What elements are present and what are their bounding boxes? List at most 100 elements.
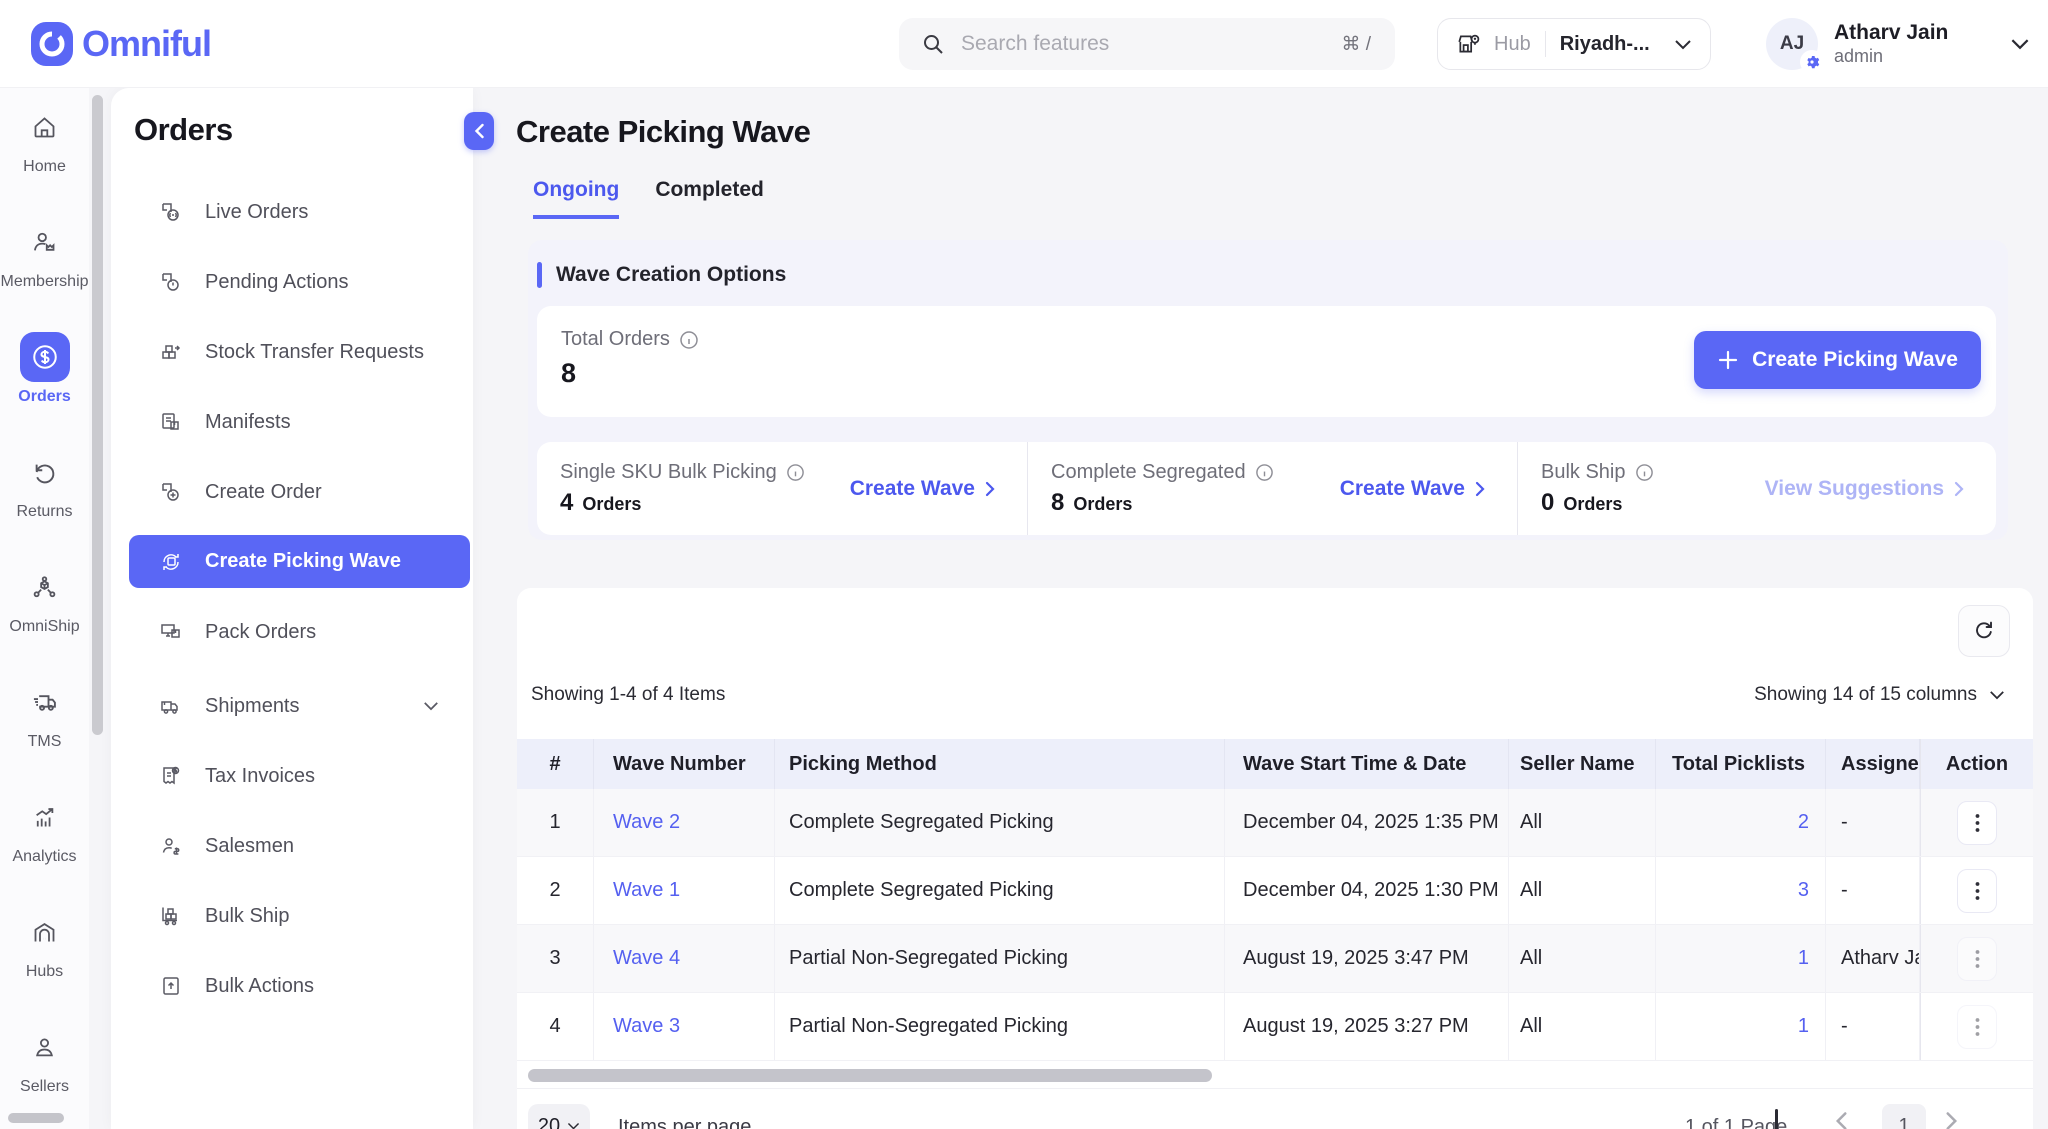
sidebar-item-create-order[interactable]: Create Order xyxy=(111,457,473,527)
col-header-picking-method[interactable]: Picking Method xyxy=(775,739,1225,789)
search-input[interactable] xyxy=(961,32,1341,56)
search-icon xyxy=(921,32,945,56)
col-header-total-picklists[interactable]: Total Picklists xyxy=(1656,739,1826,789)
omniship-icon xyxy=(20,562,70,612)
col-header-assignee[interactable]: Assignee xyxy=(1826,739,1920,789)
user-menu[interactable]: AJ Atharv Jain admin xyxy=(1766,17,2030,71)
chevron-right-icon xyxy=(1954,481,1964,497)
rail-item-omniship[interactable]: OmniShip xyxy=(0,562,89,677)
plus-icon xyxy=(1717,349,1739,371)
rail-item-tms[interactable]: TMS xyxy=(0,677,89,792)
table-row: 3 Wave 4 Partial Non-Segregated Picking … xyxy=(517,925,2033,993)
option-single-sku-bulk-picking: Single SKU Bulk Picking 4 Orders Create … xyxy=(537,442,1028,535)
pagination-bar: 20 Items per page 1 of 1 Page 1 xyxy=(517,1088,2033,1129)
avatar: AJ xyxy=(1766,18,1818,70)
col-header-wave-number[interactable]: Wave Number xyxy=(594,739,775,789)
view-suggestions-link[interactable]: View Suggestions xyxy=(1765,477,1964,501)
info-icon[interactable] xyxy=(1255,463,1274,482)
sidebar-item-stock-transfer-requests[interactable]: Stock Transfer Requests xyxy=(111,317,473,387)
rail-item-analytics[interactable]: Analytics xyxy=(0,792,89,907)
tab-ongoing[interactable]: Ongoing xyxy=(533,178,619,219)
chevron-left-icon xyxy=(474,123,485,139)
create-wave-link[interactable]: Create Wave xyxy=(1340,477,1485,501)
items-count-text: Showing 1-4 of 4 Items xyxy=(531,684,725,706)
col-header-action: Action xyxy=(1920,739,2033,789)
global-search[interactable]: ⌘ / xyxy=(899,18,1395,70)
option-complete-segregated: Complete Segregated 8 Orders Create Wave xyxy=(1028,442,1518,535)
hub-selector[interactable]: Hub Riyadh-... xyxy=(1437,18,1711,70)
info-icon[interactable] xyxy=(679,330,699,350)
brand-logo[interactable]: Omniful xyxy=(30,20,211,68)
sidebar-item-pack-orders[interactable]: Pack Orders xyxy=(111,597,473,667)
sidebar-item-bulk-actions[interactable]: Bulk Actions xyxy=(111,951,473,1021)
table-horizontal-scrollbar[interactable] xyxy=(528,1069,1212,1082)
picklists-link[interactable]: 3 xyxy=(1798,879,1809,902)
wave-link[interactable]: Wave 3 xyxy=(613,1015,680,1038)
rail-item-orders[interactable]: Orders xyxy=(0,332,89,447)
row-actions-kebab-icon[interactable] xyxy=(1957,937,1997,981)
picking-wave-icon xyxy=(159,550,183,574)
sidebar-vertical-scrollbar[interactable] xyxy=(92,95,103,735)
sidebar-item-pending-actions[interactable]: Pending Actions xyxy=(111,247,473,317)
current-page-input[interactable]: 1 xyxy=(1882,1104,1926,1129)
columns-selector[interactable]: Showing 14 of 15 columns xyxy=(1754,684,2005,706)
picklists-link[interactable]: 2 xyxy=(1798,811,1809,834)
rail-horizontal-scrollbar[interactable] xyxy=(8,1113,64,1123)
items-per-page-select[interactable]: 20 xyxy=(528,1104,590,1129)
previous-page-button[interactable] xyxy=(1835,1111,1848,1129)
row-actions-kebab-icon[interactable] xyxy=(1957,1005,1997,1049)
brand-name: Omniful xyxy=(82,23,211,65)
refresh-button[interactable] xyxy=(1958,605,2010,657)
total-orders-label: Total Orders xyxy=(561,328,670,351)
tms-icon xyxy=(20,677,70,727)
sidebar-item-salesmen[interactable]: Salesmen xyxy=(111,811,473,881)
sidebar-item-shipments[interactable]: Shipments xyxy=(111,671,473,741)
page-title: Create Picking Wave xyxy=(516,114,2048,150)
chevron-right-icon xyxy=(1475,481,1485,497)
rail-item-returns[interactable]: Returns xyxy=(0,447,89,562)
user-name: Atharv Jain xyxy=(1834,21,2010,45)
total-orders-card: Total Orders 8 Create Picking Wave xyxy=(537,306,1996,417)
orders-sidebar: Orders Live Orders Pending Actions Stock… xyxy=(111,88,473,1129)
picklists-link[interactable]: 1 xyxy=(1798,947,1809,970)
col-header-index[interactable]: # xyxy=(517,739,594,789)
main-content: Create Picking Wave Ongoing Completed Wa… xyxy=(473,88,2048,1129)
sidebar-item-bulk-ship[interactable]: Bulk Ship xyxy=(111,881,473,951)
col-header-wave-start[interactable]: Wave Start Time & Date xyxy=(1225,739,1509,789)
table-row: 4 Wave 3 Partial Non-Segregated Picking … xyxy=(517,993,2033,1061)
pager-divider xyxy=(1775,1109,1778,1129)
info-icon[interactable] xyxy=(786,463,805,482)
sidebar-collapse-button[interactable] xyxy=(464,112,494,150)
rail-item-membership[interactable]: Membership xyxy=(0,217,89,332)
wave-link[interactable]: Wave 4 xyxy=(613,947,680,970)
wave-link[interactable]: Wave 2 xyxy=(613,811,680,834)
sidebar-item-tax-invoices[interactable]: Tax Invoices xyxy=(111,741,473,811)
orders-icon xyxy=(20,332,70,382)
avatar-initials: AJ xyxy=(1780,33,1804,55)
sidebar-item-create-picking-wave[interactable]: Create Picking Wave xyxy=(129,535,470,588)
rail-item-home[interactable]: Home xyxy=(0,102,89,217)
row-actions-kebab-icon[interactable] xyxy=(1957,801,1997,845)
option-bulk-ship: Bulk Ship 0 Orders View Suggestions xyxy=(1518,442,1996,535)
user-meta: Atharv Jain admin xyxy=(1834,21,2010,66)
bulk-actions-icon xyxy=(159,974,183,998)
tab-completed[interactable]: Completed xyxy=(655,178,764,219)
col-header-seller-name[interactable]: Seller Name xyxy=(1509,739,1656,789)
total-orders-block: Total Orders 8 xyxy=(561,328,699,389)
returns-icon xyxy=(20,447,70,497)
sidebar-item-live-orders[interactable]: Live Orders xyxy=(111,177,473,247)
pending-actions-icon xyxy=(159,270,183,294)
rail-item-hubs[interactable]: Hubs xyxy=(0,907,89,1022)
picklists-link[interactable]: 1 xyxy=(1798,1015,1809,1038)
sidebar-title: Orders xyxy=(134,112,473,148)
create-picking-wave-button[interactable]: Create Picking Wave xyxy=(1694,331,1981,389)
next-page-button[interactable] xyxy=(1945,1111,1958,1129)
create-wave-link[interactable]: Create Wave xyxy=(850,477,995,501)
info-icon[interactable] xyxy=(1635,463,1654,482)
sidebar-item-manifests[interactable]: Manifests xyxy=(111,387,473,457)
wave-link[interactable]: Wave 1 xyxy=(613,879,680,902)
chevron-right-icon xyxy=(985,481,995,497)
row-actions-kebab-icon[interactable] xyxy=(1957,869,1997,913)
hub-value: Riyadh-... xyxy=(1560,33,1674,56)
accent-bar xyxy=(537,262,542,288)
